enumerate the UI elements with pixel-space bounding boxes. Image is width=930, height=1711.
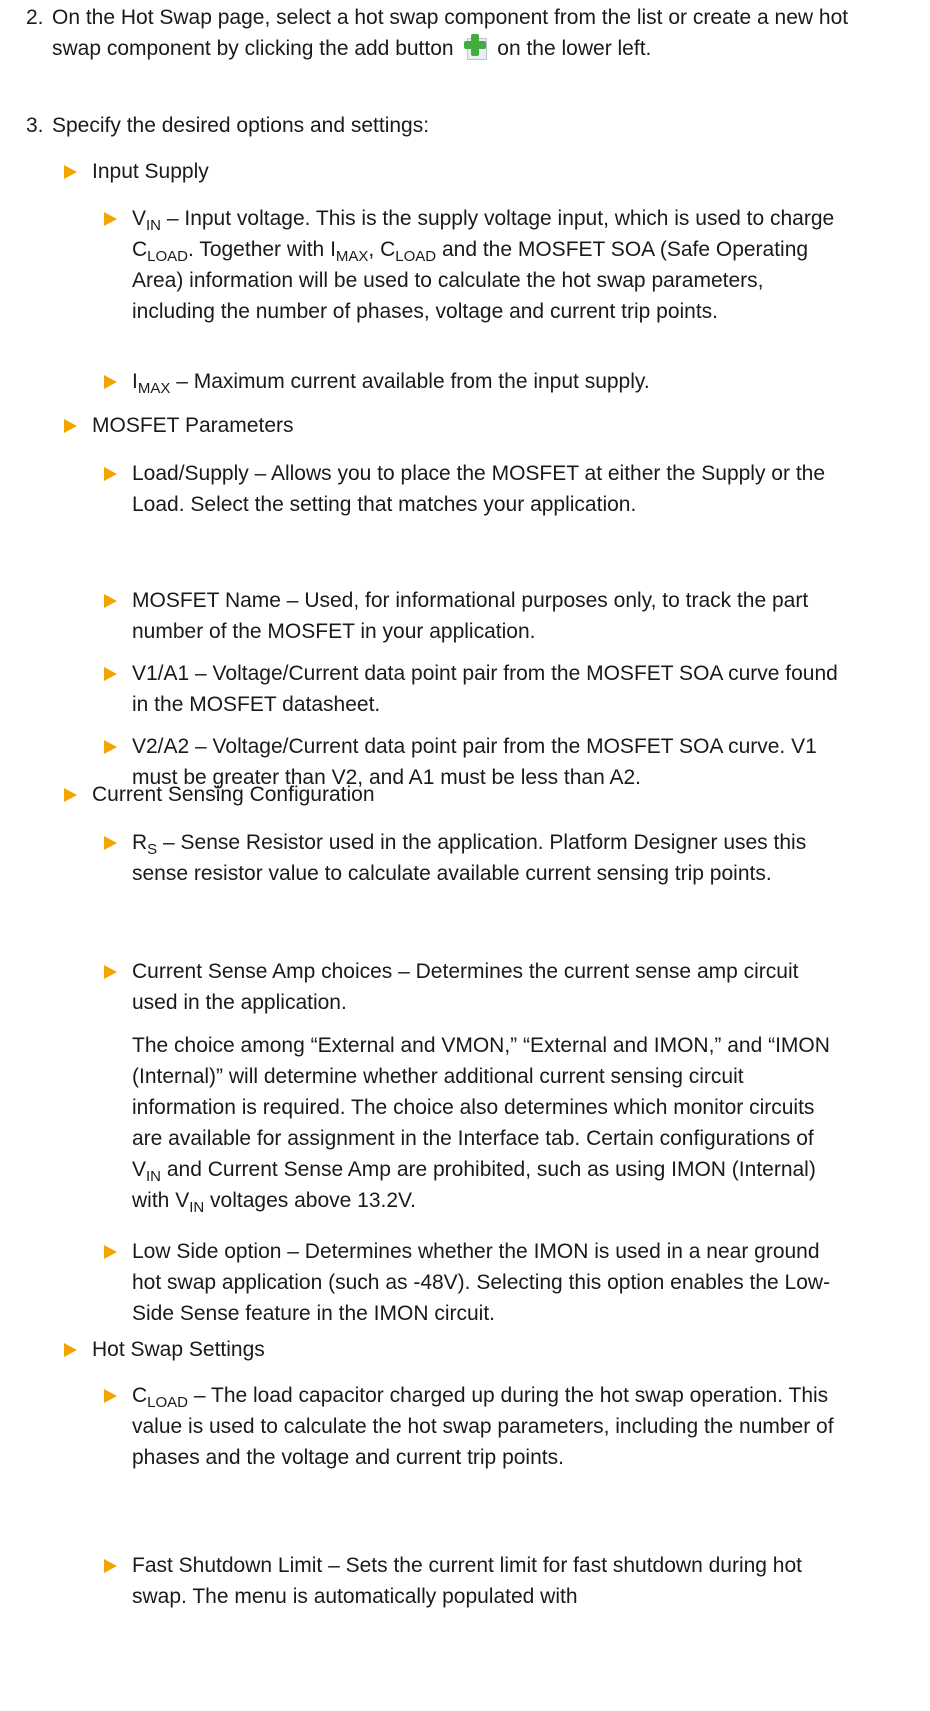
add-button-icon	[463, 34, 488, 60]
bullet-icon	[104, 594, 117, 608]
bullet-icon	[104, 836, 117, 850]
bullet-icon	[64, 165, 77, 179]
bullet-icon	[104, 1389, 117, 1403]
item-text: IMAX – Maximum current available from th…	[132, 370, 650, 397]
bullet-icon	[64, 788, 77, 802]
item-text: RS – Sense Resistor used in the applicat…	[132, 831, 807, 885]
bullet-icon	[104, 740, 117, 754]
section-title: Current Sensing Configuration	[92, 783, 375, 806]
bullet-icon	[64, 1343, 77, 1357]
item-text: V1/A1 – Voltage/Current data point pair …	[132, 662, 838, 716]
item-text: Fast Shutdown Limit – Sets the current l…	[132, 1554, 802, 1608]
step-number: 2.	[26, 6, 44, 29]
step-number: 3.	[26, 114, 44, 137]
item-text: Current Sense Amp choices – Determines t…	[132, 960, 799, 1014]
section-title: Hot Swap Settings	[92, 1338, 265, 1361]
section-title: Input Supply	[92, 160, 209, 183]
step-text-part: on the lower left.	[497, 37, 652, 60]
item-text: Load/Supply – Allows you to place the MO…	[132, 462, 826, 516]
bullet-icon	[104, 212, 117, 226]
item-text: Low Side option – Determines whether the…	[132, 1240, 831, 1325]
bullet-icon	[64, 419, 77, 433]
step-text: On the Hot Swap page, select a hot swap …	[52, 2, 852, 64]
bullet-icon	[104, 467, 117, 481]
item-text: CLOAD – The load capacitor charged up du…	[132, 1384, 834, 1469]
bullet-icon	[104, 1559, 117, 1573]
bullet-icon	[104, 1245, 117, 1259]
section-title: MOSFET Parameters	[92, 414, 294, 437]
bullet-icon	[104, 965, 117, 979]
step-text-part: On the Hot Swap page, select a hot swap …	[52, 6, 849, 60]
bullet-icon	[104, 375, 117, 389]
step-text: Specify the desired options and settings…	[52, 114, 430, 137]
bullet-icon	[104, 667, 117, 681]
item-text: MOSFET Name – Used, for informational pu…	[132, 589, 809, 643]
current-sense-amp-paragraph: The choice among “External and VMON,” “E…	[132, 1034, 830, 1216]
item-text: VIN – Input voltage. This is the supply …	[132, 207, 835, 323]
